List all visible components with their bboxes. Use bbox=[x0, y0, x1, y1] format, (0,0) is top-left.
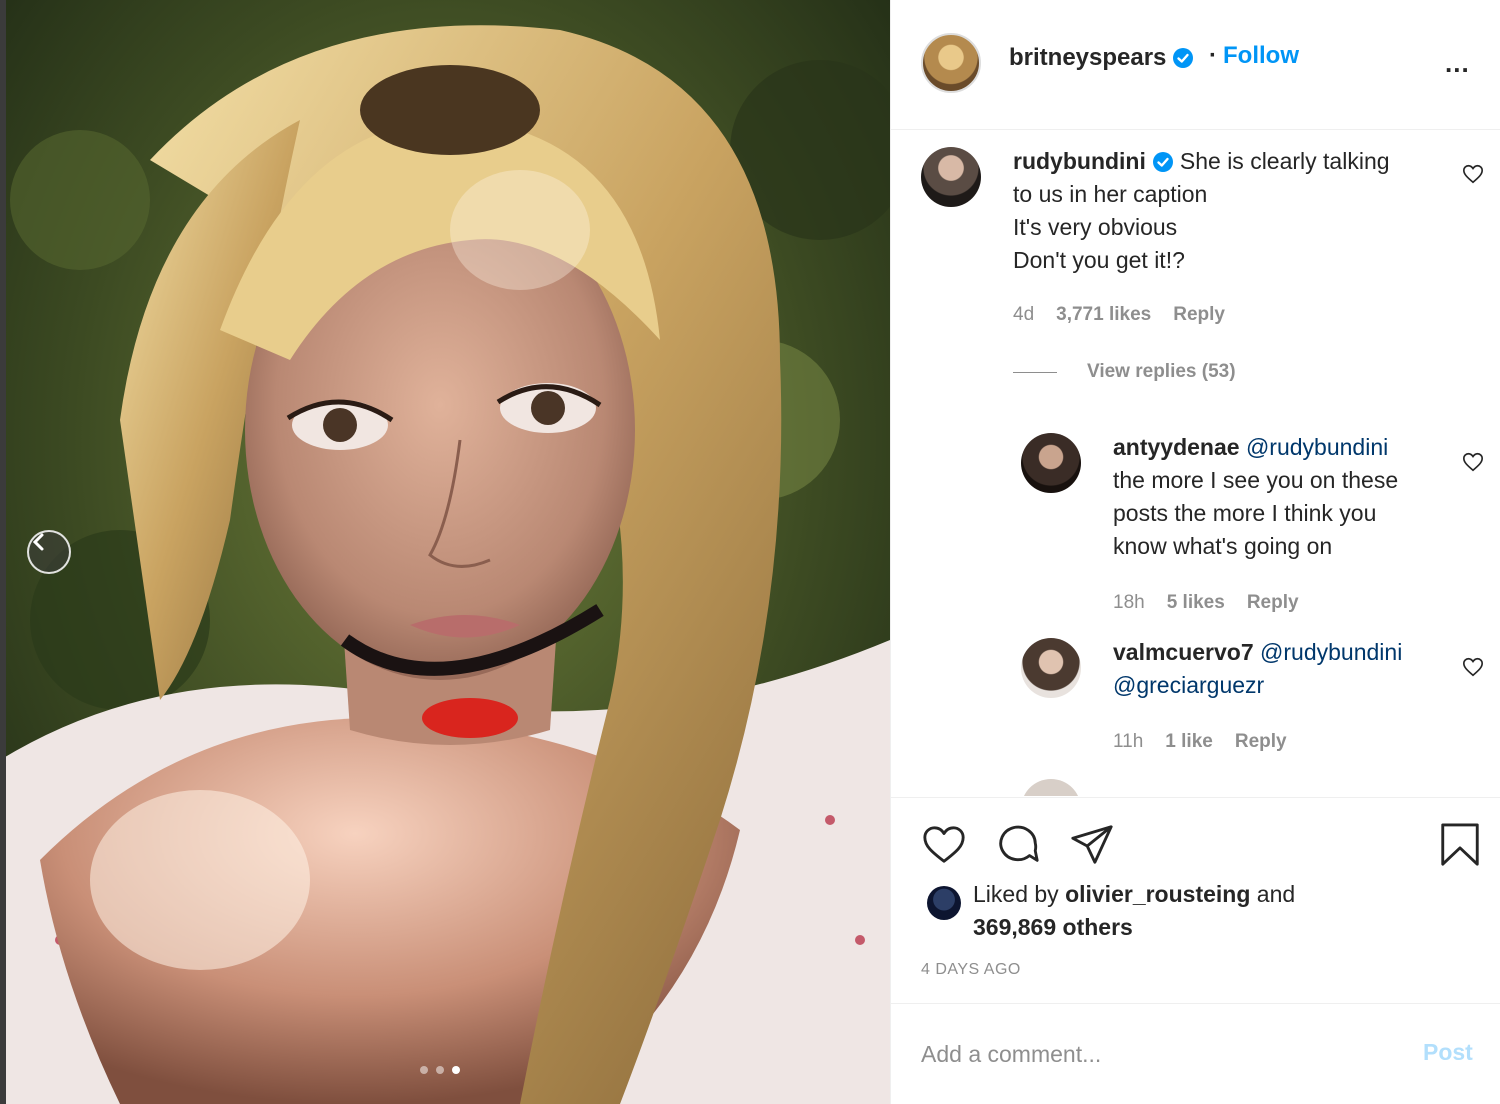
share-icon[interactable] bbox=[1069, 822, 1115, 868]
reply-likes[interactable]: 5 likes bbox=[1167, 592, 1225, 614]
carousel-dot-active bbox=[452, 1066, 460, 1074]
replies-divider-line bbox=[1013, 371, 1057, 373]
comment-time[interactable]: 4d bbox=[1013, 304, 1034, 326]
author-username[interactable]: britneyspears bbox=[1009, 44, 1194, 72]
add-comment-bar: Post bbox=[891, 1003, 1500, 1104]
chevron-left-icon bbox=[32, 533, 44, 551]
post-header: britneyspears · Follow ... bbox=[891, 0, 1500, 130]
reply-meta: 18h 5 likes Reply bbox=[1113, 592, 1299, 614]
replier-avatar[interactable] bbox=[1021, 433, 1081, 493]
comments-list[interactable]: rudybundini She is clearly talking to us … bbox=[891, 131, 1500, 796]
follow-button[interactable]: · Follow bbox=[1209, 42, 1299, 70]
more-options-icon[interactable]: ... bbox=[1445, 48, 1470, 79]
reply-mention[interactable]: @rudybundini bbox=[1246, 434, 1388, 460]
reply-comment: antyydenae @rudybundini the more I see y… bbox=[1113, 431, 1453, 563]
reply-mention[interactable]: @rudybundini bbox=[1260, 639, 1402, 665]
like-comment-heart-icon[interactable] bbox=[1462, 451, 1484, 473]
view-replies-button[interactable]: View replies (53) bbox=[1013, 361, 1236, 383]
post-photo[interactable] bbox=[0, 0, 890, 1104]
liker-username[interactable]: olivier_rousteing bbox=[1065, 881, 1250, 907]
heart-icon[interactable] bbox=[921, 822, 967, 868]
reply-mention[interactable]: @greciarguezr bbox=[1113, 672, 1264, 698]
like-comment-heart-icon[interactable] bbox=[1462, 656, 1484, 678]
carousel-indicator bbox=[420, 1066, 460, 1074]
author-avatar[interactable] bbox=[921, 33, 981, 93]
selfie-image bbox=[0, 0, 890, 1104]
reply-likes[interactable]: 1 like bbox=[1165, 731, 1213, 753]
post-side-panel: britneyspears · Follow ... rudybundini She… bbox=[890, 0, 1500, 1104]
like-comment-heart-icon[interactable] bbox=[1462, 163, 1484, 185]
reply-time[interactable]: 11h bbox=[1113, 731, 1143, 753]
post-date[interactable]: 4 DAYS AGO bbox=[921, 961, 1021, 979]
previous-image-button[interactable] bbox=[27, 530, 71, 574]
likes-summary[interactable]: Liked by olivier_rousteing and 369,869 o… bbox=[973, 878, 1295, 944]
likes-count[interactable]: 369,869 others bbox=[973, 914, 1133, 940]
reply-reply-button[interactable]: Reply bbox=[1235, 731, 1287, 753]
comment-username[interactable]: rudybundini bbox=[1013, 148, 1146, 174]
comment-meta: 4d 3,771 likes Reply bbox=[1013, 304, 1225, 326]
comment-likes[interactable]: 3,771 likes bbox=[1056, 304, 1151, 326]
verified-badge-icon bbox=[1152, 152, 1173, 172]
carousel-dot bbox=[420, 1066, 428, 1074]
comment-icon[interactable] bbox=[995, 822, 1041, 868]
reply-meta: 11h 1 like Reply bbox=[1113, 731, 1287, 753]
replier-avatar[interactable] bbox=[1021, 779, 1081, 796]
add-comment-input[interactable] bbox=[921, 1036, 1391, 1072]
verified-badge-icon bbox=[1173, 48, 1194, 68]
reply-comment: valmcuervo7 @rudybundini @greciarguezr bbox=[1113, 636, 1453, 702]
comment: rudybundini She is clearly talking to us … bbox=[1013, 145, 1443, 277]
window-edge bbox=[0, 0, 6, 1104]
reply-username[interactable]: valmcuervo7 bbox=[1113, 639, 1254, 665]
bookmark-icon[interactable] bbox=[1437, 822, 1483, 868]
comment-text: rudybundini She is clearly talking to us … bbox=[1013, 148, 1390, 273]
reply-username[interactable]: antyydenae bbox=[1113, 434, 1240, 460]
replier-avatar[interactable] bbox=[1021, 638, 1081, 698]
post-comment-button[interactable]: Post bbox=[1423, 1039, 1473, 1066]
reply-reply-button[interactable]: Reply bbox=[1247, 592, 1299, 614]
liker-avatar[interactable] bbox=[927, 886, 961, 920]
carousel-dot bbox=[436, 1066, 444, 1074]
post-actions: Liked by olivier_rousteing and 369,869 o… bbox=[891, 797, 1500, 1002]
comment-reply-button[interactable]: Reply bbox=[1173, 304, 1225, 326]
reply-text: valmcuervo7 @rudybundini @greciarguezr bbox=[1113, 636, 1453, 702]
commenter-avatar[interactable] bbox=[921, 147, 981, 207]
reply-text: antyydenae @rudybundini the more I see y… bbox=[1113, 434, 1399, 559]
reply-time[interactable]: 18h bbox=[1113, 592, 1145, 614]
